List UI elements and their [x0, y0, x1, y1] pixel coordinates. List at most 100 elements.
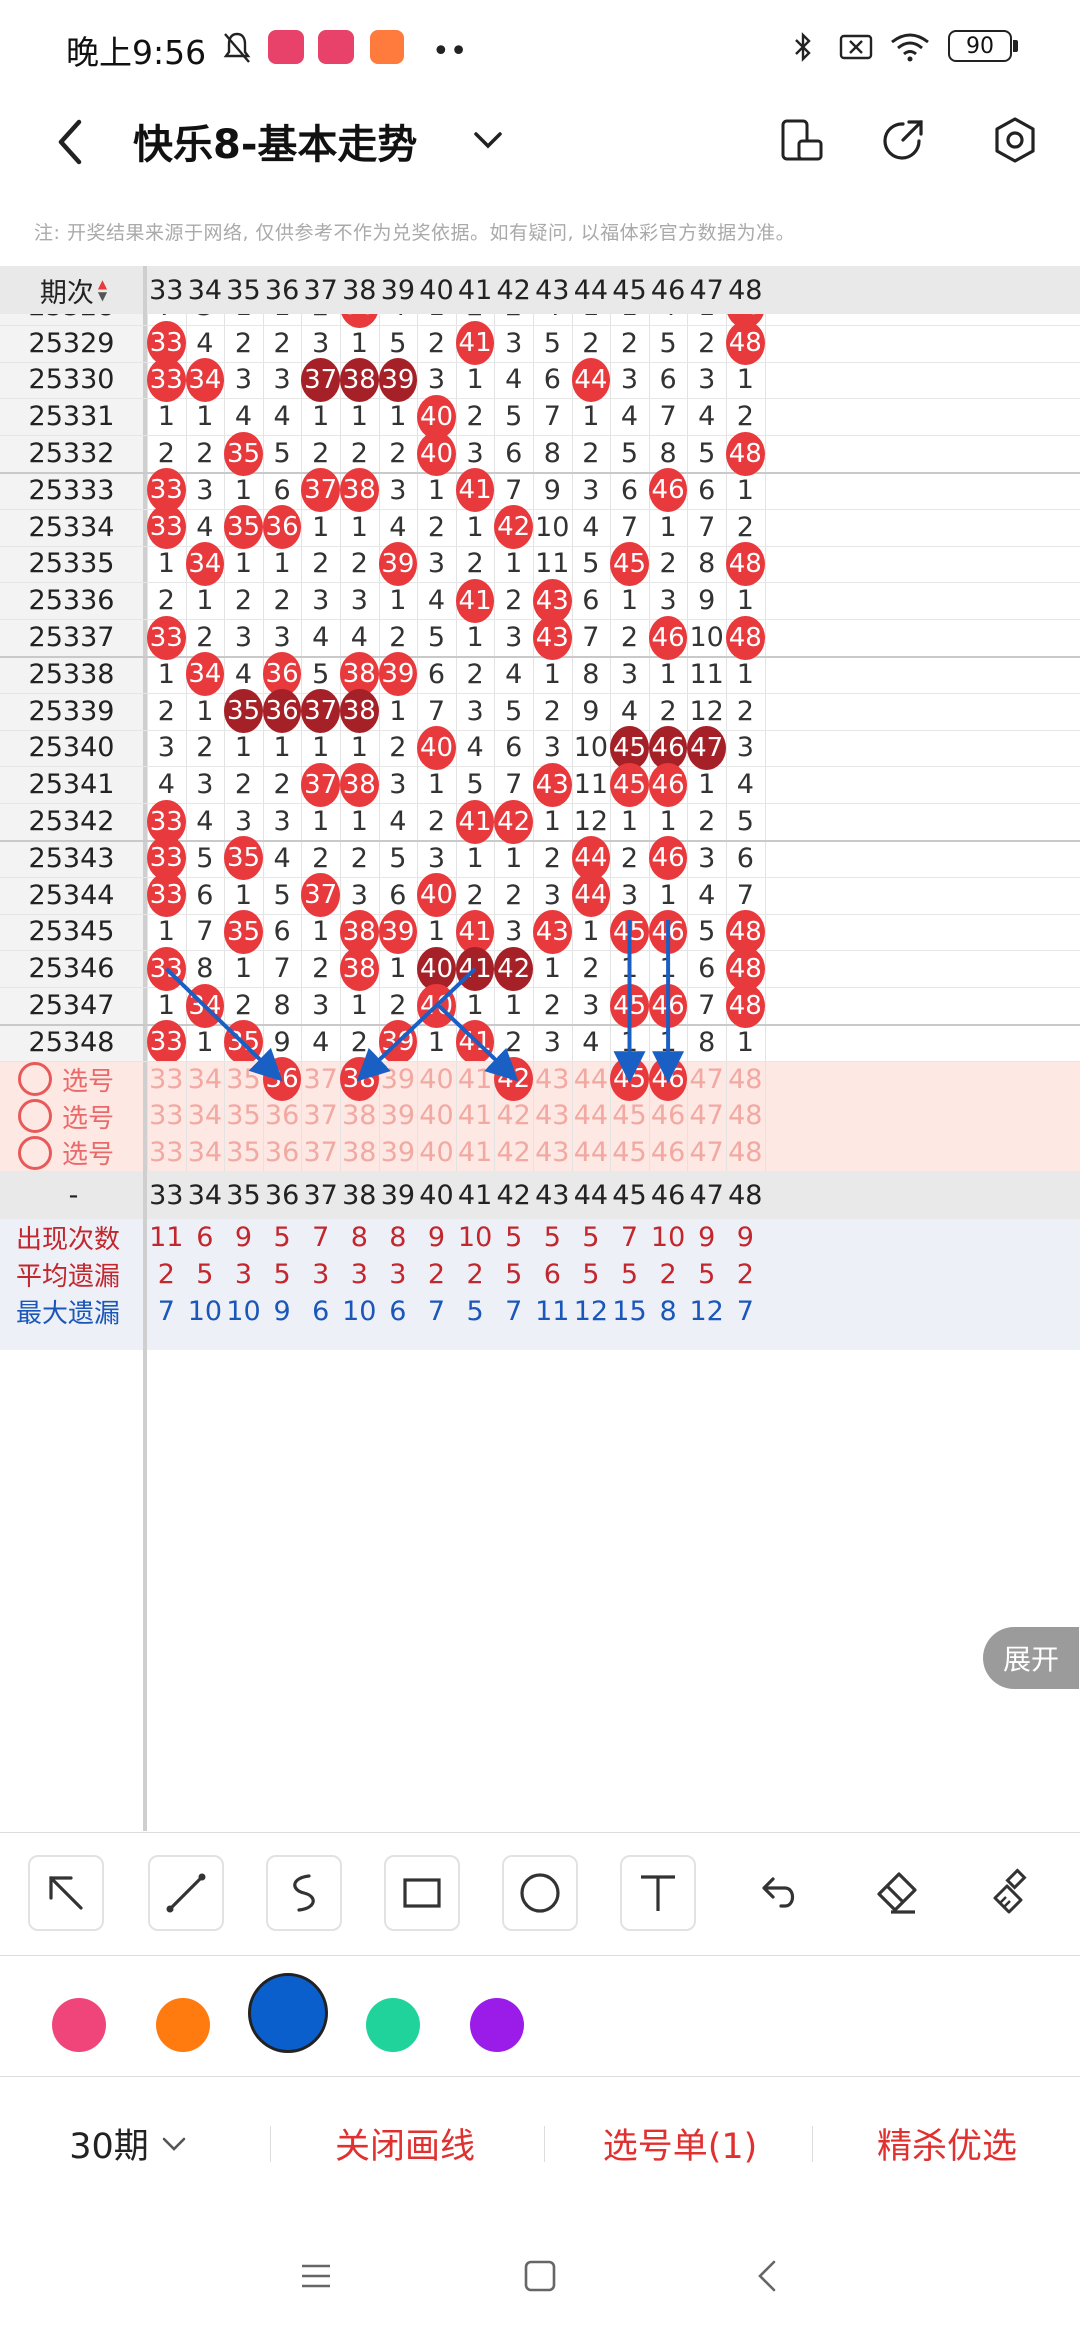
table-cell: 40 — [417, 983, 456, 1028]
table-cell: 1 — [659, 806, 677, 838]
color-blue-swatch-selected[interactable] — [248, 1973, 328, 2053]
pick-number[interactable]: 40 — [417, 1061, 456, 1098]
pick-number[interactable]: 34 — [186, 1098, 225, 1135]
pick-number[interactable]: 44 — [572, 1061, 611, 1098]
table-cell: 3 — [543, 732, 561, 764]
pick-row-selector[interactable]: 选号 — [0, 1134, 147, 1171]
pick-number[interactable]: 40 — [417, 1134, 456, 1171]
pick-number[interactable]: 48 — [726, 1098, 765, 1135]
pick-number[interactable]: 33 — [147, 1061, 186, 1098]
pick-number[interactable]: 43 — [533, 1134, 572, 1171]
pick-number[interactable]: 41 — [456, 1098, 495, 1135]
pick-number[interactable]: 48 — [726, 1134, 765, 1171]
pick-number[interactable]: 48 — [726, 1061, 765, 1098]
color-green-swatch[interactable] — [366, 1998, 420, 2052]
undo-tool[interactable] — [740, 1855, 816, 1931]
share-button[interactable] — [874, 110, 934, 170]
pick-number[interactable]: 40 — [417, 1098, 456, 1135]
pick-number[interactable]: 44 — [572, 1134, 611, 1171]
pick-number[interactable]: 41 — [456, 1061, 495, 1098]
pick-list-button[interactable]: 选号单(1) — [555, 2076, 805, 2211]
pick-number[interactable]: 33 — [147, 1098, 186, 1135]
pick-number[interactable]: 43 — [533, 1061, 572, 1098]
pick-row-selector[interactable]: 选号 — [0, 1061, 147, 1098]
color-pink-swatch[interactable] — [52, 1998, 106, 2052]
pick-number[interactable]: 38 — [340, 1057, 379, 1102]
selected-pick-ball[interactable]: 42 — [494, 1057, 533, 1102]
selected-pick-ball[interactable]: 36 — [262, 1057, 302, 1102]
table-cell: 4 — [312, 622, 330, 654]
sort-icon[interactable]: ▲ ▼ — [98, 278, 107, 302]
pick-number[interactable]: 39 — [379, 1061, 418, 1098]
pick-number[interactable]: 35 — [224, 1098, 263, 1135]
column-header: 38 — [342, 274, 377, 306]
pick-number[interactable]: 45 — [610, 1057, 649, 1102]
pick-row-selector[interactable]: 选号 — [0, 1098, 147, 1135]
rectangle-tool[interactable] — [384, 1855, 460, 1931]
expand-button[interactable]: 展开 — [983, 1627, 1079, 1689]
radio-button[interactable] — [18, 1135, 52, 1170]
pick-number[interactable]: 45 — [610, 1098, 649, 1135]
pick-number[interactable]: 33 — [147, 1134, 186, 1171]
settings-button[interactable] — [985, 110, 1045, 170]
stat-value: 9 — [698, 1222, 716, 1254]
chevron-down-icon[interactable] — [468, 120, 508, 160]
color-orange-swatch[interactable] — [156, 1998, 210, 2052]
color-purple-swatch[interactable] — [470, 1998, 524, 2052]
curve-tool[interactable] — [266, 1855, 342, 1931]
pick-number[interactable]: 39 — [379, 1134, 418, 1171]
table-cell: 4 — [466, 732, 484, 764]
pick-number[interactable]: 39 — [379, 1098, 418, 1135]
pick-number[interactable]: 35 — [224, 1061, 263, 1098]
pick-number[interactable]: 47 — [687, 1134, 726, 1171]
close-lines-button[interactable]: 关闭画线 — [280, 2076, 530, 2211]
table-cell: 2 — [427, 806, 446, 838]
pick-number[interactable]: 36 — [263, 1134, 302, 1171]
line-tool[interactable] — [148, 1855, 224, 1931]
pick-number[interactable]: 42 — [494, 1098, 533, 1135]
radio-button[interactable] — [18, 1062, 52, 1097]
arrow-tool[interactable] — [28, 1855, 104, 1931]
pick-number[interactable]: 43 — [533, 1098, 572, 1135]
drawn-number-ball: 48 — [726, 431, 765, 476]
circle-tool[interactable] — [502, 1855, 578, 1931]
pick-number[interactable]: 45 — [610, 1134, 649, 1171]
pick-number[interactable]: 37 — [301, 1134, 340, 1171]
pick-number[interactable]: 47 — [687, 1098, 726, 1135]
pick-number[interactable]: 46 — [649, 1134, 688, 1171]
pick-number[interactable]: 37 — [301, 1061, 340, 1098]
pick-number[interactable]: 42 — [494, 1134, 533, 1171]
pick-number[interactable]: 42 — [494, 1057, 533, 1102]
pick-number[interactable]: 46 — [649, 1098, 688, 1135]
pick-number[interactable]: 36 — [262, 1057, 302, 1102]
pick-number[interactable]: 44 — [572, 1098, 611, 1135]
stat-value: 10 — [342, 1295, 377, 1327]
selected-pick-ball[interactable]: 46 — [648, 1057, 688, 1102]
selected-pick-ball[interactable]: 45 — [610, 1057, 649, 1102]
pick-number[interactable]: 37 — [301, 1098, 340, 1135]
rotate-screen-button[interactable] — [770, 110, 830, 170]
radio-button[interactable] — [18, 1098, 52, 1133]
eraser-tool[interactable] — [858, 1855, 934, 1931]
pick-number[interactable]: 36 — [263, 1098, 302, 1135]
home-icon[interactable] — [520, 2256, 560, 2296]
pick-number[interactable]: 38 — [340, 1098, 379, 1135]
pick-number[interactable]: 38 — [340, 1134, 379, 1171]
pick-number[interactable]: 34 — [186, 1134, 225, 1171]
text-tool[interactable] — [620, 1855, 696, 1931]
pick-number[interactable]: 34 — [186, 1061, 225, 1098]
pick-number[interactable]: 47 — [687, 1061, 726, 1098]
drawn-number-ball: 44 — [571, 873, 611, 918]
pick-number[interactable]: 41 — [456, 1134, 495, 1171]
clear-tool[interactable] — [976, 1855, 1052, 1931]
precise-selection-button[interactable]: 精杀优选 — [822, 2076, 1072, 2211]
menu-icon[interactable] — [296, 2256, 336, 2296]
period-selector[interactable]: 30期 — [40, 2076, 220, 2211]
page-title[interactable]: 快乐8-基本走势 — [133, 112, 417, 170]
pick-number[interactable]: 46 — [648, 1057, 688, 1102]
table-cell: 48 — [726, 615, 765, 660]
pick-number[interactable]: 35 — [224, 1134, 263, 1171]
back-button[interactable] — [40, 112, 100, 172]
selected-pick-ball[interactable]: 38 — [340, 1057, 379, 1102]
back-nav-icon[interactable] — [748, 2256, 788, 2296]
